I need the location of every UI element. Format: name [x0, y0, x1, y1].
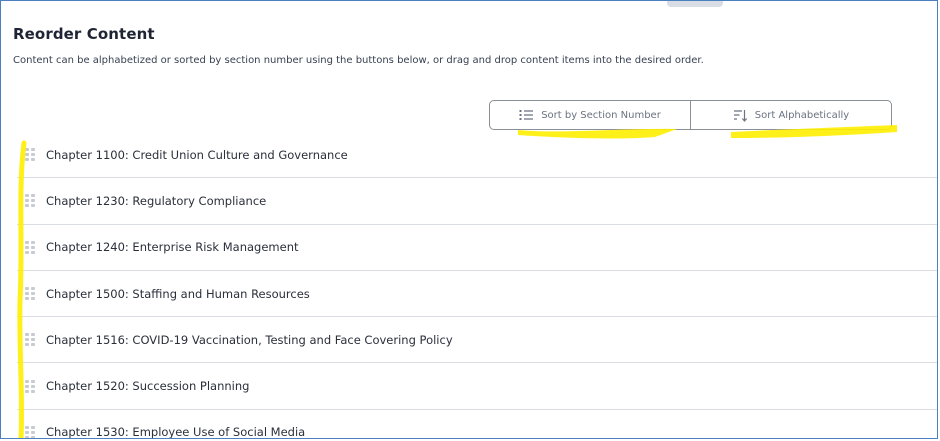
list-item[interactable]: Chapter 1100: Credit Union Culture and G…	[17, 132, 937, 179]
list-item-label: Chapter 1516: COVID-19 Vaccination, Test…	[46, 332, 453, 347]
content-item-list: Chapter 1100: Credit Union Culture and G…	[17, 132, 937, 439]
list-item-label: Chapter 1500: Staffing and Human Resourc…	[46, 286, 310, 301]
sort-descending-icon	[733, 109, 748, 122]
list-ordered-icon	[519, 109, 534, 121]
list-item[interactable]: Chapter 1530: Employee Use of Social Med…	[17, 410, 937, 439]
list-item-label: Chapter 1100: Credit Union Culture and G…	[46, 147, 348, 162]
reorder-content-panel: Reorder Content Content can be alphabeti…	[0, 0, 938, 439]
list-item-label: Chapter 1240: Enterprise Risk Management	[46, 240, 299, 255]
drag-handle-icon[interactable]	[25, 240, 36, 254]
drag-handle-icon[interactable]	[25, 333, 36, 347]
page-description: Content can be alphabetized or sorted by…	[13, 55, 704, 66]
list-item[interactable]: Chapter 1516: COVID-19 Vaccination, Test…	[17, 317, 937, 364]
drag-handle-icon[interactable]	[25, 148, 36, 162]
list-item[interactable]: Chapter 1500: Staffing and Human Resourc…	[17, 271, 937, 318]
sort-alphabetically-label: Sort Alphabetically	[754, 109, 850, 121]
sort-alphabetically-button[interactable]: Sort Alphabetically	[690, 101, 891, 129]
list-item-label: Chapter 1230: Regulatory Compliance	[46, 193, 267, 208]
page-title: Reorder Content	[13, 25, 155, 43]
drag-handle-icon[interactable]	[25, 287, 36, 301]
list-item[interactable]: Chapter 1230: Regulatory Compliance	[17, 178, 937, 225]
sort-by-section-button[interactable]: Sort by Section Number	[490, 101, 690, 129]
drag-handle-icon[interactable]	[25, 379, 36, 393]
top-tab-handle	[667, 1, 723, 7]
list-item-label: Chapter 1520: Succession Planning	[46, 379, 250, 394]
sort-by-section-label: Sort by Section Number	[541, 109, 661, 121]
list-item[interactable]: Chapter 1520: Succession Planning	[17, 363, 937, 410]
drag-handle-icon[interactable]	[25, 194, 36, 208]
drag-handle-icon[interactable]	[25, 425, 36, 438]
list-item-label: Chapter 1530: Employee Use of Social Med…	[46, 425, 306, 439]
sort-button-group: Sort by Section Number Sort Alphabetical…	[489, 100, 892, 130]
list-item[interactable]: Chapter 1240: Enterprise Risk Management	[17, 225, 937, 271]
